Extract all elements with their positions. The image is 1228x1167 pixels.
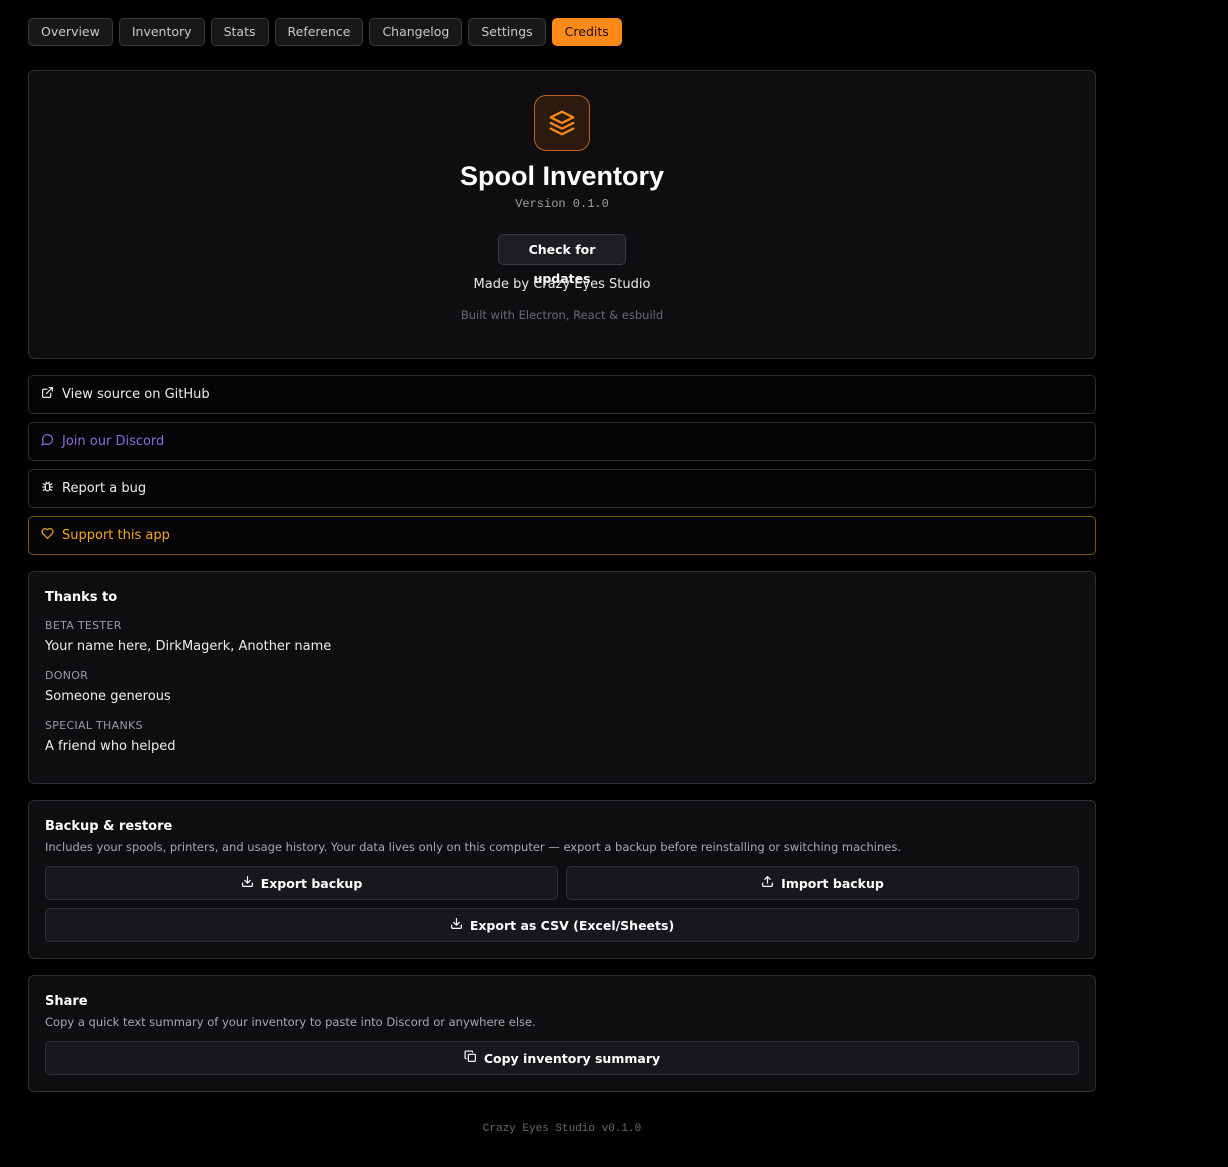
support-link[interactable]: Support this app — [28, 516, 1096, 555]
download-icon — [450, 917, 463, 933]
export-backup-label: Export backup — [260, 875, 363, 891]
made-by-text: Made by Crazy Eyes Studio — [473, 277, 651, 292]
tab-settings[interactable]: Settings — [468, 18, 546, 46]
role-names: Your name here, DirkMagerk, Another name — [45, 639, 332, 654]
import-backup-label: Import backup — [781, 875, 884, 891]
role-label: SPECIAL THANKS — [45, 719, 143, 732]
export-backup-button[interactable]: Export backup — [45, 866, 558, 900]
thanks-card: Thanks to BETA TESTER Your name here, Di… — [28, 571, 1096, 784]
chat-bubble-icon — [41, 433, 54, 450]
share-description: Copy a quick text summary of your invent… — [45, 1015, 536, 1029]
report-bug-label: Report a bug — [62, 481, 147, 496]
about-card: Spool Inventory Version 0.1.0 Check for … — [28, 70, 1096, 359]
copy-summary-label: Copy inventory summary — [483, 1050, 661, 1066]
tab-credits[interactable]: Credits — [551, 18, 622, 46]
tab-overview[interactable]: Overview — [28, 18, 113, 46]
share-title: Share — [45, 994, 88, 1009]
backup-card: Backup & restore Includes your spools, p… — [28, 800, 1096, 959]
tab-changelog[interactable]: Changelog — [369, 18, 463, 46]
github-link[interactable]: View source on GitHub — [28, 375, 1096, 414]
tab-bar: Overview Inventory Stats Reference Chang… — [28, 18, 622, 46]
github-link-label: View source on GitHub — [62, 387, 210, 402]
import-backup-button[interactable]: Import backup — [566, 866, 1079, 900]
role-label: DONOR — [45, 669, 89, 682]
thanks-title: Thanks to — [45, 590, 118, 605]
discord-link[interactable]: Join our Discord — [28, 422, 1096, 461]
app-version: Version 0.1.0 — [515, 197, 609, 211]
copy-icon — [464, 1050, 477, 1066]
app-title: Spool Inventory — [459, 161, 665, 191]
check-updates-button[interactable]: Check for updates — [498, 234, 626, 286]
export-csv-label: Export as CSV (Excel/Sheets) — [469, 917, 675, 933]
backup-title: Backup & restore — [45, 819, 173, 834]
report-bug-link[interactable]: Report a bug — [28, 469, 1096, 508]
role-names: A friend who helped — [45, 739, 176, 754]
external-link-icon — [41, 386, 54, 403]
footer-text: Crazy Eyes Studio v0.1.0 — [482, 1123, 642, 1135]
copy-summary-button[interactable]: Copy inventory summary — [45, 1041, 1079, 1075]
export-csv-button[interactable]: Export as CSV (Excel/Sheets) — [45, 908, 1079, 942]
tab-stats[interactable]: Stats — [210, 18, 269, 46]
heart-icon — [41, 527, 54, 544]
upload-icon — [761, 875, 774, 891]
built-with-text: Built with Electron, React & esbuild — [460, 308, 664, 322]
share-card: Share Copy a quick text summary of your … — [28, 975, 1096, 1092]
tab-inventory[interactable]: Inventory — [118, 18, 205, 46]
role-names: Someone generous — [45, 689, 171, 704]
support-link-label: Support this app — [62, 528, 170, 543]
backup-description: Includes your spools, printers, and usag… — [45, 840, 901, 854]
discord-link-label: Join our Discord — [62, 434, 165, 449]
download-icon — [241, 875, 254, 891]
layers-icon — [534, 95, 590, 151]
bug-icon — [41, 480, 54, 497]
tab-reference[interactable]: Reference — [274, 18, 364, 46]
role-label: BETA TESTER — [45, 619, 122, 632]
